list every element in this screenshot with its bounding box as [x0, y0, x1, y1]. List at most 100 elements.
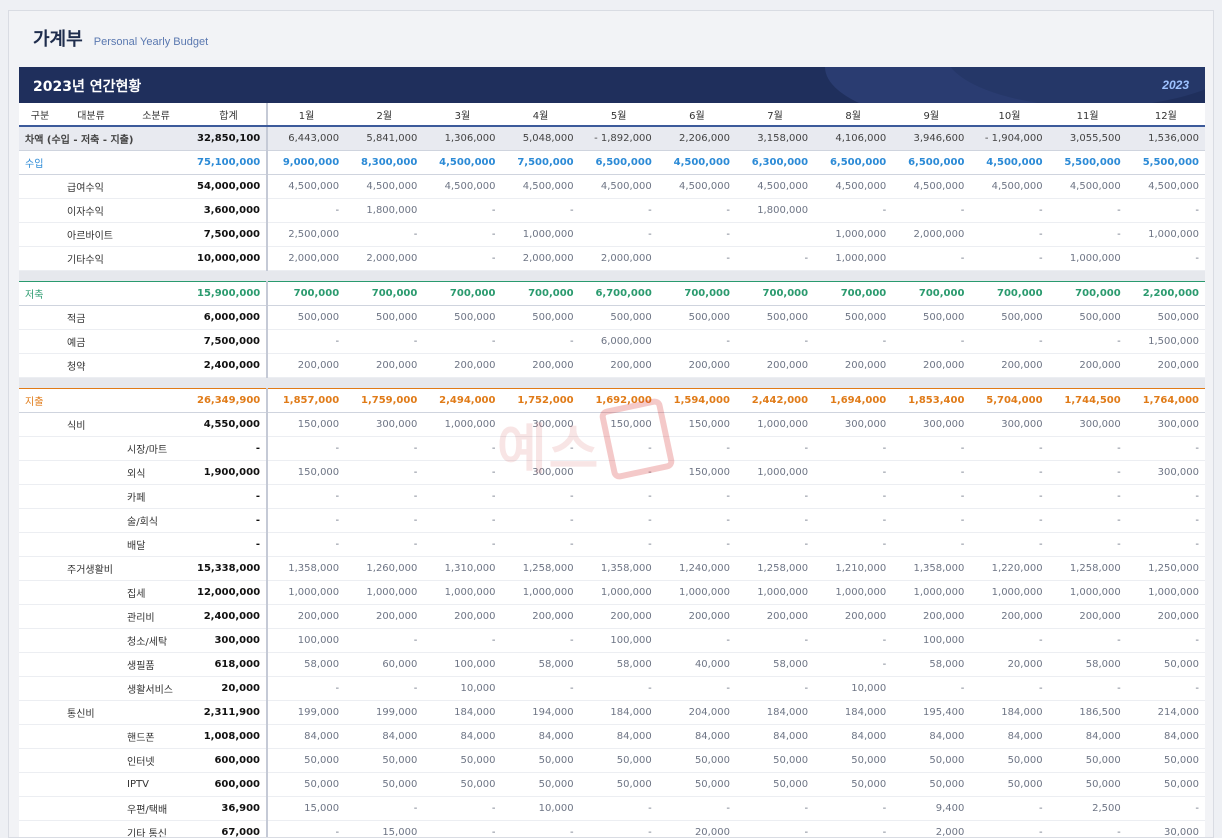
total-cell: 20,000	[191, 677, 267, 701]
category-label: 저축	[19, 282, 61, 306]
month-cell: 1,000,000	[345, 581, 423, 605]
month-cell: -	[501, 821, 579, 838]
column-header: 12월	[1127, 103, 1205, 126]
month-cell: 4,500,000	[892, 175, 970, 199]
month-cell: 2,500,000	[267, 223, 345, 247]
category-label	[19, 223, 61, 247]
month-cell: -	[970, 629, 1048, 653]
month-cell: -	[814, 821, 892, 838]
month-cell: -	[1049, 199, 1127, 223]
month-cell: 2,000	[892, 821, 970, 838]
month-cell: -	[970, 223, 1048, 247]
month-cell: 500,000	[970, 306, 1048, 330]
column-header: 6월	[658, 103, 736, 126]
minor-category-label	[121, 557, 191, 581]
month-cell: 2,494,000	[423, 389, 501, 413]
month-cell: 1,250,000	[1127, 557, 1205, 581]
month-cell: -	[970, 199, 1048, 223]
table-row: 핸드폰1,008,00084,00084,00084,00084,00084,0…	[19, 725, 1205, 749]
month-cell: 500,000	[1049, 306, 1127, 330]
month-cell: -	[814, 797, 892, 821]
month-cell: 200,000	[658, 354, 736, 378]
month-cell: 50,000	[267, 773, 345, 797]
month-cell: -	[423, 485, 501, 509]
month-cell: 1,000,000	[501, 581, 579, 605]
column-header: 7월	[736, 103, 814, 126]
month-cell: 1,000,000	[1127, 581, 1205, 605]
minor-category-label: 청소/세탁	[121, 629, 191, 653]
month-cell: 1,220,000	[970, 557, 1048, 581]
month-cell: 200,000	[580, 605, 658, 629]
month-cell: 184,000	[580, 701, 658, 725]
month-cell: 300,000	[345, 413, 423, 437]
category-label	[19, 653, 61, 677]
month-cell: -	[658, 223, 736, 247]
month-cell: 50,000	[970, 749, 1048, 773]
major-category-label: 기타수익	[61, 247, 121, 271]
month-cell: -	[501, 509, 579, 533]
column-header: 소분류	[121, 103, 191, 126]
month-cell: 4,500,000	[345, 175, 423, 199]
total-cell: 7,500,000	[191, 223, 267, 247]
category-label	[19, 437, 61, 461]
month-cell: 6,500,000	[892, 151, 970, 175]
month-cell: 6,500,000	[580, 151, 658, 175]
month-cell: 2,000,000	[267, 247, 345, 271]
category-label	[19, 175, 61, 199]
month-cell: -	[736, 797, 814, 821]
month-cell: -	[1127, 199, 1205, 223]
month-cell: -	[814, 533, 892, 557]
month-cell: 50,000	[1049, 749, 1127, 773]
month-cell: -	[423, 821, 501, 838]
month-cell: 1,752,000	[501, 389, 579, 413]
month-cell: 1,000,000	[814, 247, 892, 271]
month-cell: 150,000	[658, 413, 736, 437]
month-cell: -	[658, 533, 736, 557]
month-cell: 20,000	[658, 821, 736, 838]
category-label	[19, 821, 61, 838]
month-cell: 15,000	[267, 797, 345, 821]
month-cell: -	[345, 629, 423, 653]
month-cell: 200,000	[658, 605, 736, 629]
minor-category-label: 기타 통신	[121, 821, 191, 838]
major-category-label	[61, 581, 121, 605]
total-cell: 3,600,000	[191, 199, 267, 223]
month-cell: -	[345, 509, 423, 533]
month-cell: 200,000	[423, 605, 501, 629]
month-cell: 8,300,000	[345, 151, 423, 175]
month-cell: 2,200,000	[1127, 282, 1205, 306]
month-cell: 6,000,000	[580, 330, 658, 354]
header-row: 구분대분류소분류합계1월2월3월4월5월6월7월8월9월10월11월12월	[19, 103, 1205, 126]
major-category-label: 청약	[61, 354, 121, 378]
month-cell: 184,000	[423, 701, 501, 725]
column-header: 구분	[19, 103, 61, 126]
minor-category-label	[121, 151, 191, 175]
month-cell: 1,000,000	[580, 581, 658, 605]
month-cell: 700,000	[1049, 282, 1127, 306]
table-row: 술/회식-------------	[19, 509, 1205, 533]
category-label	[19, 330, 61, 354]
minor-category-label	[121, 354, 191, 378]
total-cell: 2,400,000	[191, 605, 267, 629]
month-cell: 200,000	[736, 605, 814, 629]
column-header: 5월	[580, 103, 658, 126]
month-cell: 2,206,000	[658, 126, 736, 151]
month-cell: 200,000	[892, 605, 970, 629]
month-cell: -	[814, 437, 892, 461]
total-cell: 300,000	[191, 629, 267, 653]
minor-category-label: 인터넷	[121, 749, 191, 773]
minor-category-label: 배달	[121, 533, 191, 557]
month-cell: 2,000,000	[892, 223, 970, 247]
major-category-label	[61, 605, 121, 629]
month-cell: 500,000	[580, 306, 658, 330]
major-category-label	[61, 797, 121, 821]
month-cell: -	[658, 629, 736, 653]
month-cell: -	[892, 533, 970, 557]
minor-category-label: 카페	[121, 485, 191, 509]
month-cell: 15,000	[345, 821, 423, 838]
month-cell: 4,500,000	[814, 175, 892, 199]
month-cell: -	[1127, 437, 1205, 461]
category-label	[19, 533, 61, 557]
month-cell: 184,000	[736, 701, 814, 725]
category-label	[19, 509, 61, 533]
